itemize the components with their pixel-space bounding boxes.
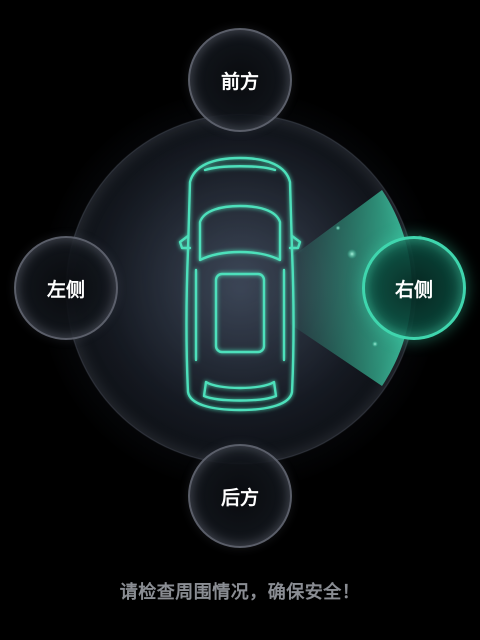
- right-camera-button[interactable]: 右侧: [362, 236, 466, 340]
- left-camera-button[interactable]: 左侧: [14, 236, 118, 340]
- left-camera-label: 左侧: [46, 278, 85, 301]
- camera-view-panel: 前方 左侧 右侧 后方 请检查周围情况，确保安全！: [0, 0, 480, 640]
- rear-camera-label: 后方: [220, 486, 259, 509]
- right-camera-label: 右侧: [394, 278, 433, 301]
- safety-hint-text: 请检查周围情况，确保安全！: [119, 582, 361, 603]
- sector-sparkle: [335, 225, 341, 231]
- sector-sparkle: [372, 341, 378, 347]
- front-camera-label: 前方: [220, 70, 259, 93]
- sector-sparkle: [347, 249, 357, 259]
- car-icon: [178, 156, 302, 412]
- front-camera-button[interactable]: 前方: [188, 28, 292, 132]
- rear-camera-button[interactable]: 后方: [188, 444, 292, 548]
